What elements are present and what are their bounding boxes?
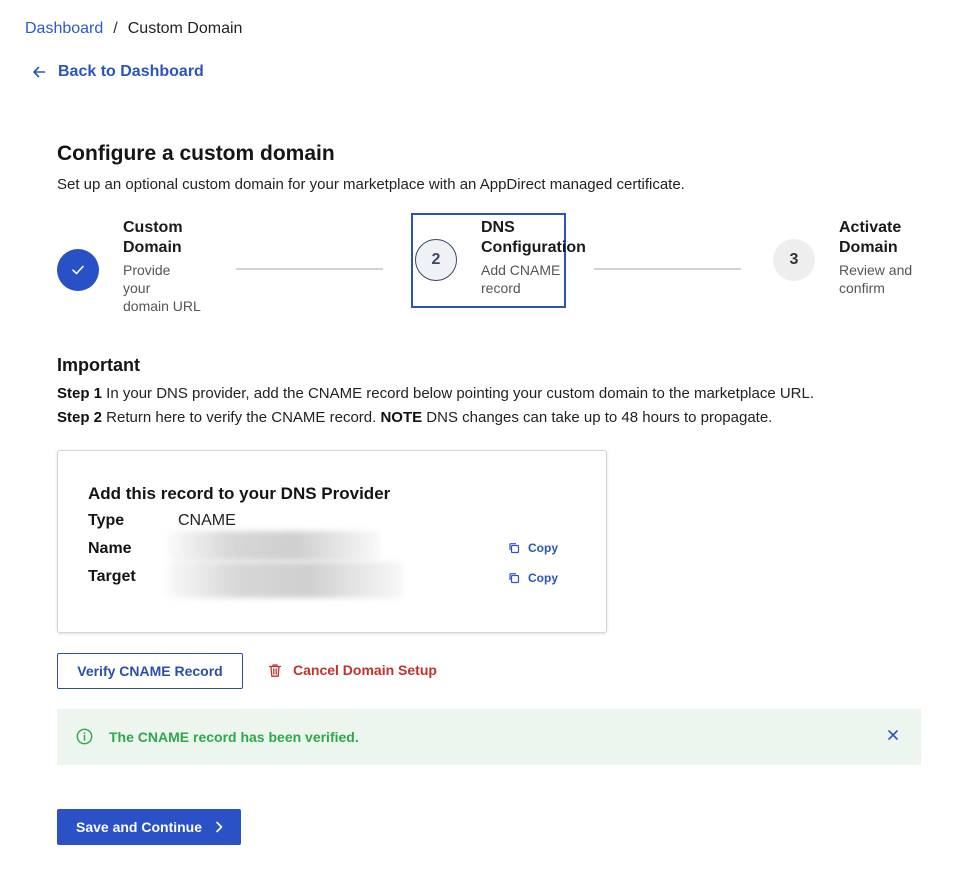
cancel-domain-setup-label: Cancel Domain Setup (293, 662, 437, 678)
copy-name-button[interactable]: Copy (508, 541, 558, 555)
record-target-value-redacted (166, 562, 403, 598)
step-2-title-line1: DNS (481, 219, 515, 236)
breadcrumb-current: Custom Domain (127, 20, 243, 37)
trash-icon (268, 663, 282, 677)
step-2-circle: 2 (415, 239, 457, 281)
instruction-step-2-text: Return here to verify the CNAME record. (102, 409, 381, 426)
breadcrumb-dashboard-link[interactable]: Dashboard (25, 19, 103, 39)
step-2-desc-line2: record (481, 280, 521, 296)
instruction-step-2: Step 2 Return here to verify the CNAME r… (57, 408, 772, 427)
instruction-step-1-text: In your DNS provider, add the CNAME reco… (102, 385, 815, 402)
back-link-label: Back to Dashboard (58, 63, 204, 80)
step-1-desc-line2: your (123, 280, 151, 296)
important-heading: Important (57, 355, 140, 375)
cancel-domain-setup-button[interactable]: Cancel Domain Setup (268, 661, 437, 679)
check-icon (72, 265, 84, 275)
record-type-value: CNAME (178, 512, 236, 529)
verify-cname-button[interactable]: Verify CNAME Record (57, 653, 243, 689)
step-1-desc-line1: Provide (123, 262, 171, 278)
back-to-dashboard-link[interactable]: Back to Dashboard (32, 62, 204, 82)
step-1-circle (57, 249, 99, 291)
instruction-step-1-label: Step 1 (57, 385, 103, 402)
step-2-title-line2: Configuration (481, 239, 586, 256)
copy-icon (509, 573, 520, 584)
record-target-label: Target (88, 568, 136, 585)
instruction-step-2-label: Step 2 (57, 409, 103, 426)
arrow-left-icon (33, 66, 46, 78)
save-and-continue-button[interactable]: Save and Continue (57, 809, 241, 845)
step-1-title-line1: Custom (123, 219, 183, 236)
record-type-label: Type (88, 512, 125, 529)
success-alert: The CNAME record has been verified. (57, 709, 921, 765)
step-3-desc-line1: Review and (839, 262, 913, 278)
breadcrumb-separator: / (113, 20, 118, 37)
save-and-continue-label: Save and Continue (76, 819, 203, 835)
record-name-label: Name (88, 540, 132, 557)
copy-icon (509, 543, 520, 554)
record-card-title: Add this record to your DNS Provider (88, 484, 391, 503)
copy-target-label: Copy (528, 571, 558, 585)
step-1-title-line2: Domain (123, 239, 182, 256)
step-2-desc-line1: Add CNAME (481, 262, 561, 278)
step-3-circle: 3 (773, 239, 815, 281)
note-text: DNS changes can take up to 48 hours to p… (422, 409, 773, 426)
step-connector-2 (594, 268, 741, 270)
step-1-desc-line3: domain URL (123, 298, 201, 314)
alert-message: The CNAME record has been verified. (109, 729, 359, 745)
note-label: NOTE (380, 409, 423, 426)
step-3-title-line1: Activate (839, 219, 902, 236)
chevron-right-icon (216, 821, 223, 833)
step-3-desc-line2: confirm (839, 280, 885, 296)
breadcrumb: Dashboard / Custom Domain (25, 19, 242, 39)
record-name-value-redacted (168, 531, 380, 561)
page-title: Configure a custom domain (57, 142, 335, 165)
instruction-step-1: Step 1 In your DNS provider, add the CNA… (57, 384, 814, 403)
step-connector-1 (236, 268, 383, 270)
copy-target-button[interactable]: Copy (508, 571, 558, 585)
dns-record-card: Add this record to your DNS Provider Typ… (57, 450, 607, 633)
page-subtitle: Set up an optional custom domain for you… (57, 176, 685, 193)
info-circle-icon (76, 728, 93, 745)
step-3-title-line2: Domain (839, 239, 898, 256)
close-icon[interactable] (886, 728, 900, 742)
copy-name-label: Copy (528, 541, 558, 555)
